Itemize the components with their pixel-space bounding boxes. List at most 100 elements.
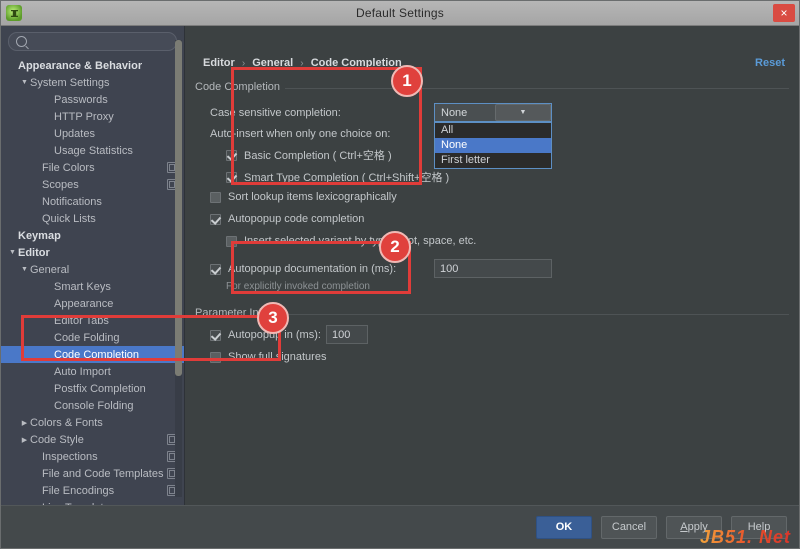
sidebar-item-file-and-code-templates[interactable]: File and Code Templates	[1, 465, 184, 482]
sidebar-item-label: General	[30, 263, 70, 276]
breadcrumb-part-editor[interactable]: Editor	[203, 57, 235, 69]
sidebar-item-appearance-behavior[interactable]: Appearance & Behavior	[1, 57, 184, 74]
sidebar-scrollbar-thumb[interactable]	[175, 40, 182, 376]
sidebar-item-code-folding[interactable]: Code Folding	[1, 329, 184, 346]
sidebar-item-label: Editor Tabs	[54, 314, 109, 327]
dropdown-option-none[interactable]: None	[435, 138, 551, 153]
breadcrumb: Editor › General › Code Completion	[203, 57, 402, 69]
sidebar-item-passwords[interactable]: Passwords	[1, 91, 184, 108]
sidebar-item-label: Usage Statistics	[54, 144, 133, 157]
autopopup-documentation-label: Autopopup documentation in (ms):	[228, 263, 397, 275]
sidebar-item-label: File and Code Templates	[42, 467, 164, 480]
case-sensitive-select[interactable]: None ▼	[434, 103, 552, 122]
ok-button[interactable]: OK	[536, 515, 592, 539]
sidebar-item-inspections[interactable]: Inspections	[1, 448, 184, 465]
sidebar-item-label: Notifications	[42, 195, 102, 208]
sidebar-item-appearance[interactable]: Appearance	[1, 295, 184, 312]
sidebar-item-postfix-completion[interactable]: Postfix Completion	[1, 380, 184, 397]
sidebar-item-label: Auto Import	[54, 365, 111, 378]
autopopup-documentation-input[interactable]	[434, 259, 552, 278]
sidebar-item-label: Code Style	[30, 433, 84, 446]
sidebar-item-label: File Encodings	[42, 484, 115, 497]
apply-mnemonic: A	[680, 521, 688, 533]
sidebar-item-editor-tabs[interactable]: Editor Tabs	[1, 312, 184, 329]
parameter-autopopup-input[interactable]	[326, 325, 368, 344]
sidebar-item-colors-fonts[interactable]: Colors & Fonts	[1, 414, 184, 431]
autopopup-documentation-row[interactable]: Autopopup documentation in (ms):	[210, 263, 396, 275]
parameter-info-group-title: Parameter Info	[195, 307, 273, 319]
sidebar-item-label: Colors & Fonts	[30, 416, 103, 429]
sidebar-item-label: Postfix Completion	[54, 382, 146, 395]
sidebar-item-smart-keys[interactable]: Smart Keys	[1, 278, 184, 295]
parameter-autopopup-row[interactable]: Autopopup in (ms):	[210, 329, 321, 341]
watermark: JB51. Net	[699, 527, 791, 547]
reset-link[interactable]: Reset	[755, 57, 785, 69]
insert-variant-checkbox[interactable]	[226, 235, 237, 247]
chevron-right-icon[interactable]	[19, 419, 30, 427]
basic-completion-label: Basic Completion ( Ctrl+空格 )	[244, 150, 392, 162]
sidebar-item-code-completion[interactable]: Code Completion	[1, 346, 184, 363]
parameter-info-group-header: Parameter Info	[195, 307, 789, 319]
sidebar-item-label: Inspections	[42, 450, 98, 463]
sidebar-item-label: HTTP Proxy	[54, 110, 114, 123]
autopopup-documentation-hint-row: For explicitly invoked completion	[226, 281, 370, 292]
autopopup-documentation-hint: For explicitly invoked completion	[226, 281, 370, 292]
auto-insert-row: Auto-insert when only one choice on:	[210, 128, 390, 140]
chevron-down-icon[interactable]	[7, 249, 18, 256]
case-sensitive-dropdown-list[interactable]: All None First letter	[434, 122, 552, 169]
sidebar-item-label: System Settings	[30, 76, 110, 89]
sidebar-item-updates[interactable]: Updates	[1, 125, 184, 142]
parameter-autopopup-label: Autopopup in (ms):	[228, 329, 321, 341]
chevron-down-icon[interactable]	[19, 79, 30, 86]
sidebar-item-scopes[interactable]: Scopes	[1, 176, 184, 193]
sidebar-item-notifications[interactable]: Notifications	[1, 193, 184, 210]
parameter-autopopup-checkbox[interactable]	[210, 329, 221, 341]
breadcrumb-separator-2: ›	[300, 58, 304, 69]
sidebar-item-label: Keymap	[18, 229, 61, 242]
sidebar-item-quick-lists[interactable]: Quick Lists	[1, 210, 184, 227]
sidebar-item-usage-statistics[interactable]: Usage Statistics	[1, 142, 184, 159]
dropdown-option-all[interactable]: All	[435, 123, 551, 138]
dialog-body: Appearance & Behavior System Settings Pass…	[1, 26, 799, 505]
settings-sidebar: Appearance & Behavior System Settings Pass…	[1, 26, 185, 505]
sidebar-item-editor[interactable]: Editor	[1, 244, 184, 261]
sidebar-item-console-folding[interactable]: Console Folding	[1, 397, 184, 414]
sidebar-item-label: Passwords	[54, 93, 108, 106]
cancel-button[interactable]: Cancel	[601, 515, 657, 539]
insert-variant-label: Insert selected variant by typing dot, s…	[244, 235, 477, 247]
sidebar-item-keymap[interactable]: Keymap	[1, 227, 184, 244]
dropdown-option-first-letter[interactable]: First letter	[435, 153, 551, 168]
settings-tree[interactable]: Appearance & Behavior System Settings Pass…	[1, 55, 184, 505]
chevron-right-icon[interactable]	[19, 436, 30, 444]
insert-variant-row[interactable]: Insert selected variant by typing dot, s…	[226, 235, 476, 247]
search-input[interactable]	[31, 34, 177, 49]
sort-lookup-row[interactable]: Sort lookup items lexicographically	[210, 191, 397, 203]
smart-type-completion-checkbox[interactable]	[226, 171, 237, 183]
sidebar-item-auto-import[interactable]: Auto Import	[1, 363, 184, 380]
dialog-footer: OK Cancel Apply Help JB51. Net	[1, 505, 799, 548]
search-box[interactable]	[8, 32, 177, 51]
chevron-down-icon[interactable]: ▼	[495, 104, 551, 121]
show-full-signatures-checkbox[interactable]	[210, 351, 221, 363]
autopopup-code-completion-checkbox[interactable]	[210, 213, 221, 225]
sidebar-item-label: Quick Lists	[42, 212, 96, 225]
smart-type-completion-row[interactable]: Smart Type Completion ( Ctrl+Shift+空格 )	[226, 169, 449, 185]
basic-completion-checkbox[interactable]	[226, 149, 237, 161]
sidebar-item-file-colors[interactable]: File Colors	[1, 159, 184, 176]
autopopup-code-completion-row[interactable]: Autopopup code completion	[210, 213, 364, 225]
show-full-signatures-row[interactable]: Show full signatures	[210, 351, 326, 363]
basic-completion-row[interactable]: Basic Completion ( Ctrl+空格 )	[226, 147, 392, 163]
sidebar-item-system-settings[interactable]: System Settings	[1, 74, 184, 91]
breadcrumb-part-general[interactable]: General	[252, 57, 293, 69]
title-bar: Default Settings ×	[1, 1, 799, 26]
sidebar-item-file-encodings[interactable]: File Encodings	[1, 482, 184, 499]
autopopup-documentation-checkbox[interactable]	[210, 263, 221, 275]
sidebar-item-code-style[interactable]: Code Style	[1, 431, 184, 448]
sidebar-item-label: Appearance	[54, 297, 114, 310]
chevron-down-icon[interactable]	[19, 266, 30, 273]
close-icon[interactable]: ×	[773, 4, 795, 22]
sidebar-item-http-proxy[interactable]: HTTP Proxy	[1, 108, 184, 125]
sort-lookup-checkbox[interactable]	[210, 191, 221, 203]
sidebar-item-general[interactable]: General	[1, 261, 184, 278]
sidebar-item-label: Smart Keys	[54, 280, 111, 293]
